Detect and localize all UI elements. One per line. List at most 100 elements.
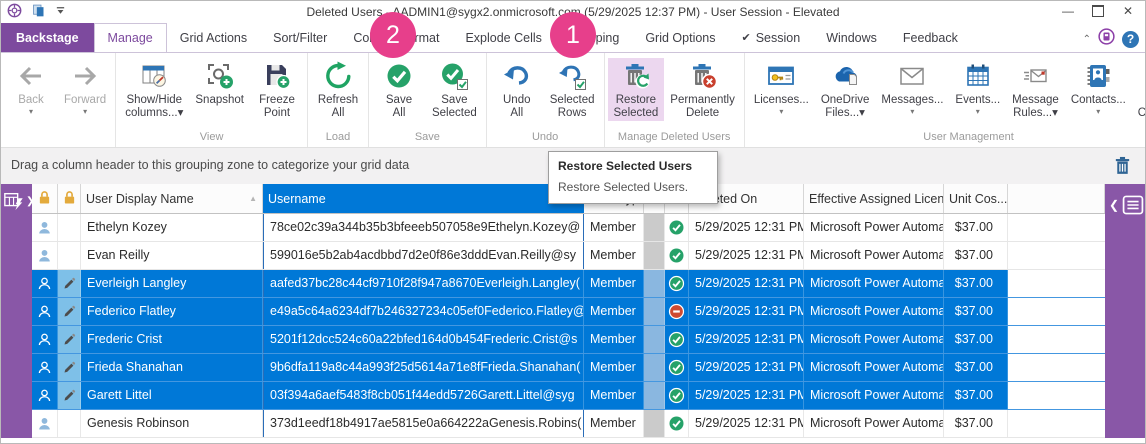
tab-windows[interactable]: Windows: [813, 23, 890, 52]
user-icon: [32, 410, 58, 437]
expand-panel-icon[interactable]: ❮: [1109, 194, 1145, 216]
chevron-right-icon: ❯: [26, 196, 34, 207]
column-header-icon1[interactable]: [32, 184, 58, 213]
ribbon-button-contacts[interactable]: Contacts...▾: [1065, 58, 1132, 117]
ribbon-button-refresh-all[interactable]: RefreshAll: [311, 58, 365, 121]
ribbon-group-label: Manage Deleted Users: [608, 128, 741, 147]
button-label-line2: Files...▾: [821, 107, 870, 120]
forward-icon: [70, 61, 100, 91]
button-label: Licenses...▾: [754, 94, 809, 116]
customize-quick-access-icon[interactable]: [55, 5, 66, 16]
ribbon-button-licenses[interactable]: Licenses...▾: [748, 58, 815, 117]
cell-user_type: Member: [584, 354, 644, 381]
ribbon-buttons: RefreshAll: [311, 53, 365, 128]
ribbon-buttons: Show/Hidecolumns...▾ Snapshot FreezePoint: [119, 53, 304, 128]
ribbon-button-show-chats[interactable]: ShowChats...▾: [1132, 58, 1146, 121]
new-window-icon[interactable]: [31, 3, 46, 18]
tab-explode-cells[interactable]: Explode Cells: [452, 23, 554, 52]
cell-s1: [644, 382, 665, 409]
tab-feedback[interactable]: Feedback: [890, 23, 971, 52]
tab-session[interactable]: ✔Session: [729, 23, 814, 52]
tab-label: Manage: [108, 31, 153, 45]
undo-all-icon: [502, 61, 532, 91]
ribbon-button-freeze-point[interactable]: FreezePoint: [250, 58, 304, 121]
ribbon-button-show-hide-columns[interactable]: Show/Hidecolumns...▾: [119, 58, 189, 121]
button-label-line2: Selected: [432, 107, 477, 120]
ribbon-buttons: Back▾Forward▾: [4, 53, 112, 128]
ribbon-button-back[interactable]: Back▾: [4, 58, 58, 117]
column-header-icon2[interactable]: [58, 184, 81, 213]
tab-sort-filter[interactable]: Sort/Filter: [260, 23, 340, 52]
app-logo-icon[interactable]: [7, 3, 22, 18]
button-label-line1: Events...: [955, 94, 1000, 107]
table-row[interactable]: Federico Flatleye49a5c64a6234df7b2463272…: [32, 298, 1105, 326]
window-controls: — ✕: [1053, 1, 1143, 21]
edit-icon: [58, 382, 81, 409]
left-panel-strip[interactable]: ❯: [1, 184, 32, 438]
cell-deleted_on: 5/29/2025 12:31 PM: [689, 242, 804, 269]
close-button[interactable]: ✕: [1113, 1, 1143, 21]
table-row[interactable]: Garett Littel03f394a6aef5483f8cb051f44ed…: [32, 382, 1105, 410]
button-label: SelectedRows: [550, 94, 595, 120]
chevron-down-icon: ▾: [1071, 107, 1126, 116]
cell-display_name: Frederic Crist: [81, 326, 263, 353]
cell-icon2: [58, 214, 81, 241]
right-panel-strip[interactable]: ❮: [1105, 184, 1146, 438]
ribbon-button-onedrive-files[interactable]: OneDriveFiles...▾: [815, 58, 876, 121]
tab-label: Backstage: [16, 31, 79, 45]
table-row[interactable]: Everleigh Langleyaafed37bc28c44cf9710f28…: [32, 270, 1105, 298]
contacts-icon: [1083, 61, 1113, 91]
tabrow-right-icons: ⌃ ?: [1083, 28, 1139, 50]
cell-user_type: Member: [584, 214, 644, 241]
column-header-license[interactable]: Effective Assigned Licen...: [804, 184, 944, 213]
ribbon-button-forward[interactable]: Forward▾: [58, 58, 112, 117]
ribbon-button-snapshot[interactable]: Snapshot: [189, 58, 250, 121]
grid-bolt-icon[interactable]: ❯: [3, 190, 34, 212]
tooltip: Restore Selected Users Restore Selected …: [548, 151, 718, 204]
button-label-line2: Chats...▾: [1138, 107, 1146, 120]
tab-backstage[interactable]: Backstage: [1, 23, 94, 52]
table-row[interactable]: Frieda Shanahan9b6dfa119a8c44a993f25d561…: [32, 354, 1105, 382]
account-icon[interactable]: [1098, 28, 1115, 50]
ribbon-button-restore-selected[interactable]: RestoreSelected: [608, 58, 665, 121]
ribbon-group-label: Load: [311, 128, 365, 147]
trash-icon[interactable]: [1113, 155, 1132, 181]
tab-grid-options[interactable]: Grid Options: [632, 23, 728, 52]
cell-spacer: [1008, 326, 1105, 353]
table-row[interactable]: Genesis Robinson373d1eedf18b4917ae5815e0…: [32, 410, 1105, 438]
status-icon: [665, 354, 689, 381]
table-row[interactable]: Frederic Crist5201f12dcc524c60a22bfed164…: [32, 326, 1105, 354]
ribbon-button-selected-rows[interactable]: SelectedRows: [544, 58, 601, 121]
maximize-button[interactable]: [1083, 1, 1113, 21]
cell-unit_cost: $37.00: [944, 270, 1008, 297]
collapse-ribbon-icon[interactable]: ⌃: [1083, 34, 1091, 45]
ribbon-button-save-selected[interactable]: SaveSelected: [426, 58, 483, 121]
cell-display_name: Evan Reilly: [81, 242, 263, 269]
button-label-line2: [195, 107, 244, 120]
tab-label: Feedback: [903, 31, 958, 45]
button-label-line1: Contacts...: [1071, 94, 1126, 107]
table-row[interactable]: Ethelyn Kozey78ce02c39a344b35b3bfeeeb507…: [32, 214, 1105, 242]
button-label: FreezePoint: [259, 94, 295, 120]
column-header-username[interactable]: Username: [263, 184, 584, 213]
ribbon-button-undo-all[interactable]: UndoAll: [490, 58, 544, 121]
column-header-unit_cost[interactable]: Unit Cos...: [944, 184, 1008, 213]
ribbon-button-message-rules[interactable]: MessageRules...▾: [1006, 58, 1065, 121]
button-label-line1: Snapshot: [195, 94, 244, 107]
column-header-display_name[interactable]: User Display Name▲: [81, 184, 263, 213]
minimize-button[interactable]: —: [1053, 1, 1083, 21]
tab-grid-actions[interactable]: Grid Actions: [167, 23, 260, 52]
help-icon[interactable]: ?: [1122, 31, 1139, 48]
ribbon-button-messages[interactable]: Messages...▾: [875, 58, 949, 117]
tab-manage[interactable]: Manage: [94, 23, 167, 52]
chevron-down-icon: ▾: [18, 107, 44, 116]
ribbon-button-permanently-delete[interactable]: PermanentlyDelete: [664, 58, 741, 121]
ribbon-button-save-all[interactable]: SaveAll: [372, 58, 426, 121]
ribbon-group-undo: UndoAllSelectedRows Undo: [487, 53, 605, 147]
ribbon-button-events[interactable]: Events...▾: [949, 58, 1006, 117]
button-label-line1: Undo: [503, 94, 531, 107]
messages-icon: [897, 61, 927, 91]
cell-spacer: [1008, 270, 1105, 297]
ribbon-group-label: User Management: [748, 128, 1146, 147]
table-row[interactable]: Evan Reilly599016e5b2ab4acdbbd7d2e0f86e3…: [32, 242, 1105, 270]
